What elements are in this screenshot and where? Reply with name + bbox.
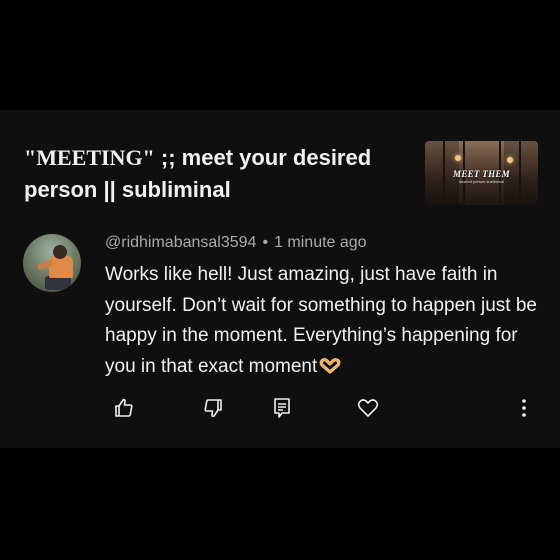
- thumbnail-subtext: desired person subliminal: [458, 179, 505, 184]
- avatar-figure-head: [53, 245, 67, 259]
- avatar[interactable]: [23, 234, 81, 292]
- thumbs-up-icon[interactable]: [112, 396, 136, 420]
- comment-card: "MEETING" ;; meet your desired person ||…: [0, 110, 560, 448]
- comment-meta: @ridhimabansal3594 • 1 minute ago: [105, 232, 367, 254]
- thumbnail-lamp: [455, 155, 461, 161]
- thumbs-down-icon[interactable]: [201, 396, 225, 420]
- comment-text: Works like hell! Just amazing, just have…: [105, 260, 545, 382]
- video-title-quoted: "MEETING": [24, 145, 155, 170]
- reply-icon[interactable]: [270, 396, 294, 420]
- heart-icon[interactable]: [356, 396, 380, 420]
- comment-author[interactable]: @ridhimabansal3594: [105, 234, 256, 251]
- more-vertical-icon[interactable]: [512, 396, 536, 420]
- heart-hands-icon: [319, 354, 341, 374]
- video-thumbnail[interactable]: MEET THEM desired person subliminal: [425, 141, 538, 205]
- meta-separator: •: [262, 234, 269, 251]
- comment-time: 1 minute ago: [274, 234, 367, 251]
- avatar-figure-shirt: [49, 256, 73, 278]
- video-title[interactable]: "MEETING" ;; meet your desired person ||…: [24, 142, 404, 206]
- thumbnail-lamp: [507, 157, 513, 163]
- thumbnail-text: MEET THEM: [453, 169, 510, 179]
- avatar-figure-legs: [45, 276, 71, 290]
